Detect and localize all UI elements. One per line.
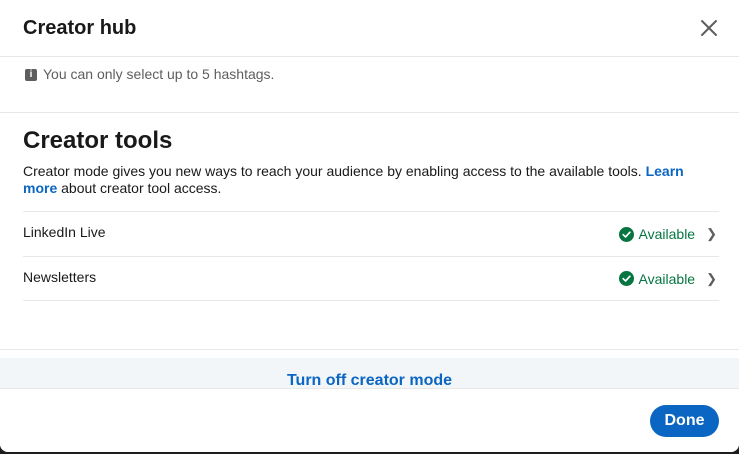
tool-item-linkedin-live[interactable]: LinkedIn Live Available ❯ — [23, 211, 719, 256]
close-icon — [701, 20, 717, 36]
tool-name: LinkedIn Live — [23, 224, 106, 240]
info-icon: i — [25, 69, 37, 81]
creator-tools-section: Creator tools Creator mode gives you new… — [0, 113, 739, 301]
section-description: Creator mode gives you new ways to reach… — [23, 163, 719, 197]
done-button[interactable]: Done — [650, 405, 719, 437]
chevron-right-icon: ❯ — [706, 270, 717, 286]
description-text: Creator mode gives you new ways to reach… — [23, 163, 642, 179]
description-suffix: about creator tool access. — [61, 180, 222, 196]
tool-item-newsletters[interactable]: Newsletters Available ❯ — [23, 256, 719, 301]
tool-status: Available ❯ — [618, 226, 719, 242]
modal-title: Creator hub — [23, 16, 137, 39]
modal-header: Creator hub — [0, 0, 739, 57]
check-circle-icon — [618, 226, 634, 242]
tool-name: Newsletters — [23, 268, 97, 285]
section-divider — [0, 349, 739, 350]
check-circle-icon — [618, 271, 634, 286]
turn-off-band: Turn off creator mode — [0, 358, 739, 389]
hashtag-limit-notice: i You can only select up to 5 hashtags. — [0, 57, 739, 113]
status-label: Available — [638, 226, 696, 242]
close-button[interactable] — [693, 14, 725, 42]
section-title: Creator tools — [23, 127, 173, 154]
tool-status: Available ❯ — [618, 270, 719, 287]
turn-off-creator-mode-link[interactable]: Turn off creator mode — [287, 373, 452, 389]
chevron-right-icon: ❯ — [706, 226, 717, 241]
creator-hub-modal: Creator hub i You can only select up to … — [0, 0, 739, 452]
modal-footer: Done — [0, 388, 739, 452]
status-label: Available — [638, 270, 696, 287]
notice-text: You can only select up to 5 hashtags. — [43, 66, 275, 82]
